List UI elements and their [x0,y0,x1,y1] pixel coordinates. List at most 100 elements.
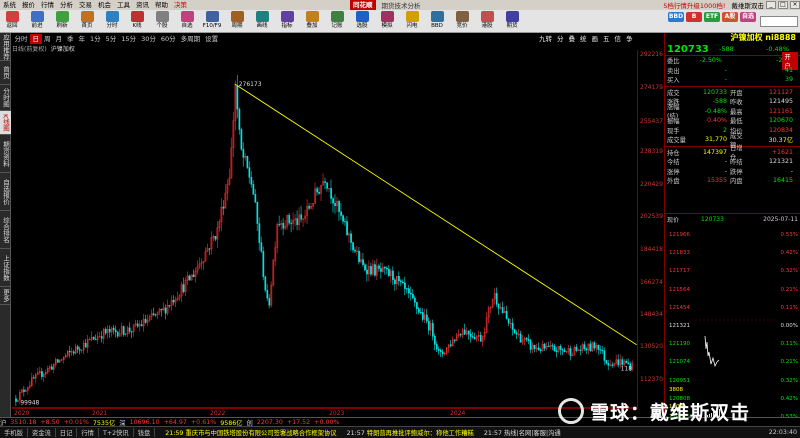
sidebar-item-4[interactable]: 期货资料 [0,135,11,173]
toolbar-button-19[interactable]: 港股 [475,10,499,32]
toolbar-button-18[interactable]: 竞价 [450,10,474,32]
toolbar-icon [205,11,219,22]
menu-quote[interactable]: 报价 [19,0,38,10]
sidebar-item-1[interactable]: 首页 [0,61,11,85]
y-tick: 112370 [640,376,663,384]
candle-body [583,344,586,350]
candle-body [439,350,442,353]
tick-pct-label: 0.00% [780,323,798,329]
toolbar-button-4[interactable]: 分时 [100,10,124,32]
tab-fund-flow[interactable]: 资金流 [28,428,56,437]
toolbar-button-10[interactable]: 画线 [250,10,274,32]
sidebar-item-7[interactable]: 上证指数 [0,249,11,287]
menu-tools[interactable]: 工具 [114,0,133,10]
period-tab-11[interactable]: 多周期 [178,34,203,44]
toolbar-button-2[interactable]: 刷新 [50,10,74,32]
candle-body [344,221,346,223]
minimize-button[interactable]: _ [766,1,776,9]
toolbar-button-3[interactable]: 首页 [75,10,99,32]
period-tab-0[interactable]: 分时 [12,34,30,44]
quote-value-2: 121321 [768,158,793,166]
period-tab-8[interactable]: 15分 [119,34,139,44]
quote-label-2: 最高 [730,108,743,116]
quick-button-4[interactable]: 自选 [740,12,756,30]
period-tab-10[interactable]: 60分 [158,34,178,44]
candle-body [350,233,352,243]
candle-body [449,344,452,347]
sidebar-item-5[interactable]: 自选报价 [0,173,11,211]
candle-body [136,323,139,327]
toolbar-button-9[interactable]: 周期 [225,10,249,32]
period-tab-1[interactable]: 日 [30,34,42,44]
news-ticker-3[interactable]: 21:57 热线|名网|客服|沟通 [484,428,561,437]
chart-tool-tab-4[interactable]: 画 [589,34,601,44]
period-tab-5[interactable]: 年 [76,34,88,44]
sidebar-item-3[interactable]: K线图 [0,111,11,135]
close-button[interactable]: × [790,1,800,9]
toolbar-button-0[interactable]: 返回 [0,10,24,32]
chart-tool-tab-7[interactable]: 争 [624,34,636,44]
toolbar-button-15[interactable]: 模拟 [375,10,399,32]
candlestick-chart[interactable]: 276173 99948 118 [12,50,638,408]
menu-trade[interactable]: 交易 [76,0,95,10]
toolbar-button-6[interactable]: 个股 [150,10,174,32]
maximize-button[interactable]: □ [778,1,788,9]
toolbar-button-14[interactable]: 选股 [350,10,374,32]
chart-tool-tab-5[interactable]: 五 [601,34,613,44]
menu-help[interactable]: 帮助 [152,0,171,10]
tab-flash-news[interactable]: T+2快讯 [99,428,134,437]
menu-decision[interactable]: 决策 [171,0,190,10]
menu-opportunity[interactable]: 机会 [95,0,114,10]
period-tab-3[interactable]: 月 [53,34,65,44]
sidebar-item-8[interactable]: 更多 [0,287,11,305]
quick-button-1[interactable]: B [686,12,702,30]
user-name[interactable]: 戴维斯双击 [732,0,765,10]
toolbar-button-12[interactable]: 叠加 [300,10,324,32]
toolbar-button-16[interactable]: 闪电 [400,10,424,32]
quote-value: -0.48% [704,107,727,115]
quote-value: 2 [722,126,727,134]
period-tab-2[interactable]: 周 [42,34,54,44]
candle-body [473,337,476,340]
menu-market[interactable]: 行情 [38,0,57,10]
toolbar-button-13[interactable]: 记账 [325,10,349,32]
tab-money[interactable]: 钱盘 [134,428,156,437]
sidebar-item-0[interactable]: 应用推荐 [0,33,11,61]
toolbar-button-20[interactable]: 期货 [500,10,524,32]
quick-button-3[interactable]: A股 [722,12,738,30]
period-tab-4[interactable]: 季 [65,34,77,44]
toolbar-button-11[interactable]: 指标 [275,10,299,32]
chart-tool-tab-3[interactable]: 统 [578,34,590,44]
menu-analysis[interactable]: 分析 [57,0,76,10]
chart-tool-tab-0[interactable]: 九转 [537,34,555,44]
tick-price-label: 121717 [669,268,690,275]
sidebar-item-2[interactable]: 分时图 [0,85,11,111]
menu-news[interactable]: 资讯 [133,0,152,10]
candle-body [605,360,608,364]
period-tab-6[interactable]: 1分 [88,34,104,44]
candle-body [431,323,434,337]
chart-tool-tab-1[interactable]: 分 [555,34,567,44]
quick-button-2[interactable]: ETF [704,12,720,30]
toolbar-button-1[interactable]: 前进 [25,10,49,32]
news-ticker-1[interactable]: 21:59 重庆市与中国铁塔股份有限公司签署战略合作框架协议 [165,428,336,437]
tab-market[interactable]: 行情 [77,428,99,437]
toolbar-button-7[interactable]: 自选 [175,10,199,32]
toolbar-button-17[interactable]: BBD [425,10,449,32]
promo-link[interactable]: 5档行情升级1000档! [663,0,725,10]
chart-tool-tab-2[interactable]: 叠 [566,34,578,44]
toolbar-button-5[interactable]: K线 [125,10,149,32]
search-input[interactable] [760,15,798,27]
period-tab-7[interactable]: 5分 [103,34,119,44]
toolbar-button-8[interactable]: F10/F9 [200,10,224,32]
tab-diary[interactable]: 日记 [56,428,78,437]
period-tab-12[interactable]: 设置 [203,34,221,44]
menu-system[interactable]: 系统 [0,0,19,10]
sidebar-item-6[interactable]: 综合排名 [0,211,11,249]
candle-body [346,221,348,236]
quick-button-0[interactable]: BBD [668,12,684,30]
news-ticker-2[interactable]: 21:57 特朗普再推批评鲍威尔：称他工作糟糕 [347,428,474,437]
tab-mobile[interactable]: 手机版 [0,428,28,437]
chart-tool-tab-6[interactable]: 信 [612,34,624,44]
period-tab-9[interactable]: 30分 [139,34,159,44]
